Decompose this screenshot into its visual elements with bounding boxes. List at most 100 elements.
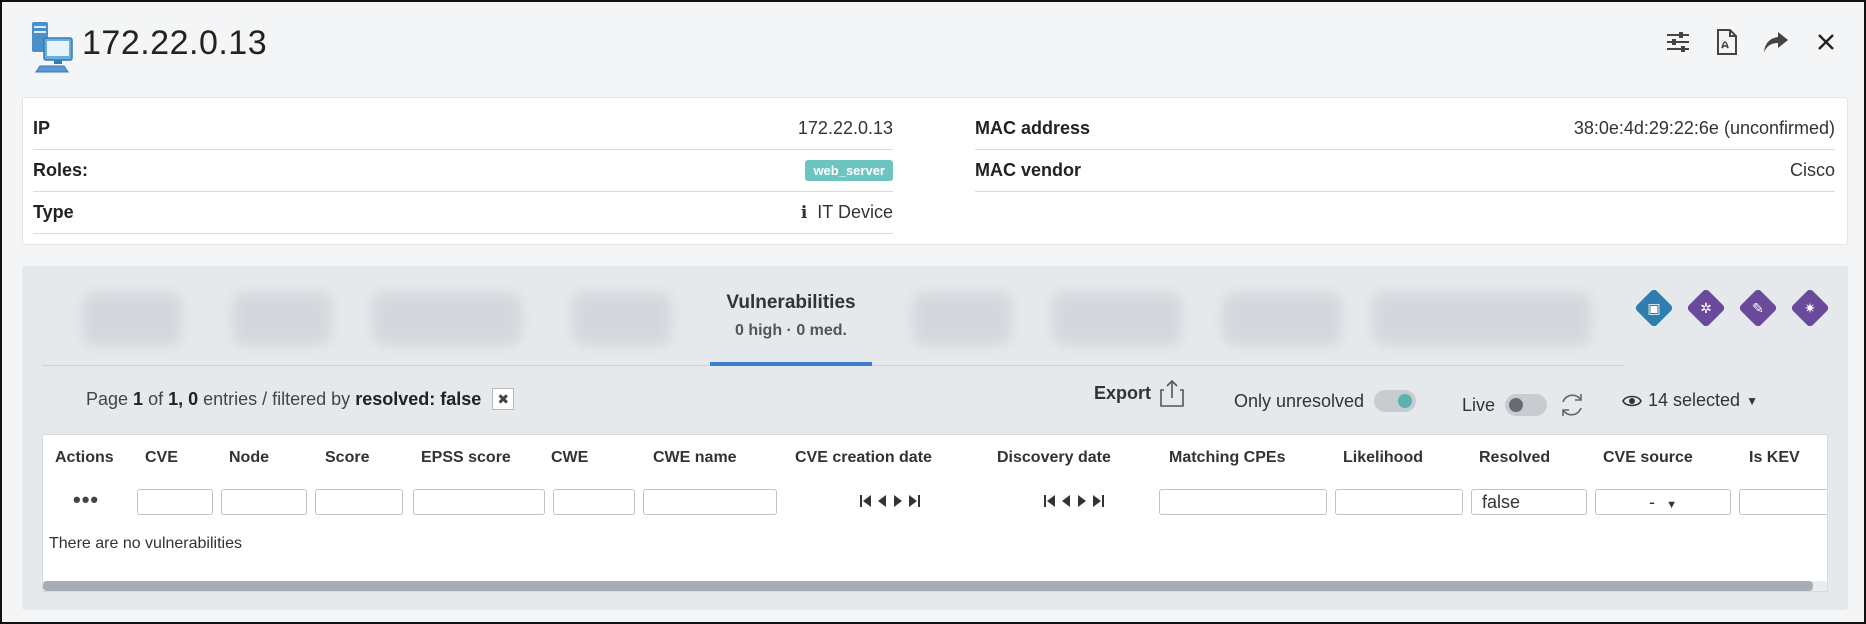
close-icon: [1818, 34, 1834, 50]
caret-down-icon: ▼: [1666, 499, 1677, 511]
header: 172.22.0.13: [2, 2, 1864, 94]
info-row-ip: IP 172.22.0.13: [33, 108, 893, 150]
caret-down-icon: ▼: [1746, 393, 1758, 408]
tab-vulnerabilities[interactable]: Vulnerabilities 0 high · 0 med.: [710, 266, 872, 366]
filter-matching-cpes-input[interactable]: [1159, 489, 1327, 515]
filter-cve-input[interactable]: [137, 489, 213, 515]
filter-is-kev-input[interactable]: [1739, 489, 1827, 515]
filter-cwe-input[interactable]: [553, 489, 635, 515]
filter-label: resolved: false: [355, 388, 482, 409]
column-header-discovery-date[interactable]: Discovery date: [997, 449, 1111, 467]
info-icon[interactable]: i: [801, 203, 807, 223]
column-header-cve[interactable]: CVE: [145, 449, 178, 467]
page-title: 172.22.0.13: [82, 24, 268, 62]
pdf-icon: [1717, 29, 1737, 55]
filter-score-input[interactable]: [315, 489, 403, 515]
filter-cve-source-select[interactable]: - ▼: [1595, 489, 1731, 515]
tab-blurred[interactable]: [1052, 292, 1182, 346]
ip-value: 172.22.0.13: [797, 118, 893, 138]
last-page-icon[interactable]: [1091, 493, 1105, 509]
discovery-date-range[interactable]: [1043, 493, 1105, 509]
tab-blurred[interactable]: [1372, 292, 1592, 346]
column-header-actions[interactable]: Actions: [55, 449, 114, 467]
tab-blurred[interactable]: [82, 292, 182, 346]
export-pdf-button[interactable]: [1710, 26, 1742, 58]
previous-icon[interactable]: [1059, 493, 1073, 509]
filter-node-input[interactable]: [221, 489, 307, 515]
last-page-icon[interactable]: [907, 493, 921, 509]
node-details-window: 172.22.0.13 IP 172.22.0.13 Roles: web_se…: [0, 0, 1866, 624]
only-unresolved-toggle[interactable]: [1374, 390, 1417, 412]
filter-cwe-name-input[interactable]: [643, 489, 777, 515]
tab-summary: 0 high · 0 med.: [734, 322, 847, 339]
page-current: 1: [133, 388, 144, 409]
live-toggle[interactable]: [1505, 394, 1548, 416]
tab-blurred[interactable]: [372, 292, 522, 346]
upload-icon: [1160, 379, 1184, 407]
column-header-cwe[interactable]: CWE: [551, 449, 588, 467]
column-header-likelihood[interactable]: Likelihood: [1343, 449, 1423, 467]
column-header-epss-score[interactable]: EPSS score: [421, 449, 511, 467]
role-badge[interactable]: web_server: [805, 160, 893, 181]
tab-blurred[interactable]: [572, 292, 672, 346]
filter-likelihood-input[interactable]: [1335, 489, 1463, 515]
type-value: IT Device: [817, 202, 893, 222]
live-label: Live: [1462, 394, 1496, 415]
tab-blurred[interactable]: [232, 292, 332, 346]
previous-icon[interactable]: [875, 493, 889, 509]
only-unresolved-group: Only unresolved: [1234, 390, 1417, 412]
column-header-node[interactable]: Node: [229, 449, 269, 467]
column-header-score[interactable]: Score: [325, 449, 369, 467]
filter-resolved-input[interactable]: false: [1471, 489, 1587, 515]
entries-count: 0: [188, 388, 199, 409]
network-device-icon: [30, 20, 74, 74]
info-label: Type: [33, 202, 74, 222]
of-word: of: [148, 388, 164, 409]
table-toolbar: Page 1 of 1, 0 entries / filtered by res…: [22, 366, 1848, 432]
column-header-cwe-name[interactable]: CWE name: [653, 449, 737, 467]
settings-sliders-icon: [1667, 32, 1689, 52]
scrollbar-thumb[interactable]: [43, 581, 1813, 591]
tab-blurred[interactable]: [1222, 292, 1342, 346]
diamond-action-4[interactable]: ✷: [1790, 288, 1830, 328]
only-unresolved-label: Only unresolved: [1234, 390, 1365, 411]
actions-menu-button[interactable]: •••: [73, 487, 99, 513]
column-header-cve-creation-date[interactable]: CVE creation date: [795, 449, 932, 467]
column-header-resolved[interactable]: Resolved: [1479, 449, 1550, 467]
vulnerabilities-table: Actions CVE Node Score EPSS score CWE CW…: [42, 434, 1828, 592]
diamond-action-1[interactable]: ▣: [1634, 288, 1674, 328]
refresh-icon[interactable]: [1557, 390, 1587, 420]
info-right-column: MAC address 38:0e:4d:29:22:6e (unconfirm…: [975, 108, 1835, 192]
column-selector[interactable]: 14 selected ▼: [1622, 390, 1758, 411]
diamond-action-2[interactable]: ✲: [1686, 288, 1726, 328]
column-header-matching-cpes[interactable]: Matching CPEs: [1169, 449, 1285, 467]
share-button[interactable]: [1760, 26, 1792, 58]
first-page-icon[interactable]: [859, 493, 873, 509]
info-row-vendor: MAC vendor Cisco: [975, 150, 1835, 192]
filter-epss-input[interactable]: [413, 489, 545, 515]
next-icon[interactable]: [1075, 493, 1089, 509]
info-label: IP: [33, 118, 51, 138]
entries-text: entries / filtered by: [203, 388, 351, 409]
column-header-is-kev[interactable]: Is KEV: [1749, 449, 1800, 467]
info-row-mac: MAC address 38:0e:4d:29:22:6e (unconfirm…: [975, 108, 1835, 150]
tab-bar: Vulnerabilities 0 high · 0 med.: [42, 266, 1624, 366]
close-button[interactable]: [1810, 26, 1842, 58]
share-forward-icon: [1764, 32, 1788, 52]
toggle-knob: [1398, 394, 1413, 408]
column-header-cve-source[interactable]: CVE source: [1603, 449, 1693, 467]
settings-sliders-button[interactable]: [1662, 26, 1694, 58]
first-page-icon[interactable]: [1043, 493, 1057, 509]
mac-value: 38:0e:4d:29:22:6e (unconfirmed): [1573, 118, 1835, 138]
gear-icon: ✲: [1700, 299, 1712, 316]
tab-blurred[interactable]: [912, 292, 1012, 346]
cve-creation-date-range[interactable]: [859, 493, 921, 509]
vendor-value: Cisco: [1789, 160, 1835, 180]
clear-filter-button[interactable]: ✖: [492, 388, 515, 410]
columns-selected-label: 14 selected: [1648, 390, 1741, 410]
horizontal-scrollbar[interactable]: [43, 581, 1827, 591]
next-icon[interactable]: [891, 493, 905, 509]
export-button[interactable]: Export: [1094, 378, 1185, 408]
cve-source-selected: -: [1649, 492, 1656, 512]
diamond-action-3[interactable]: ✎: [1738, 288, 1778, 328]
